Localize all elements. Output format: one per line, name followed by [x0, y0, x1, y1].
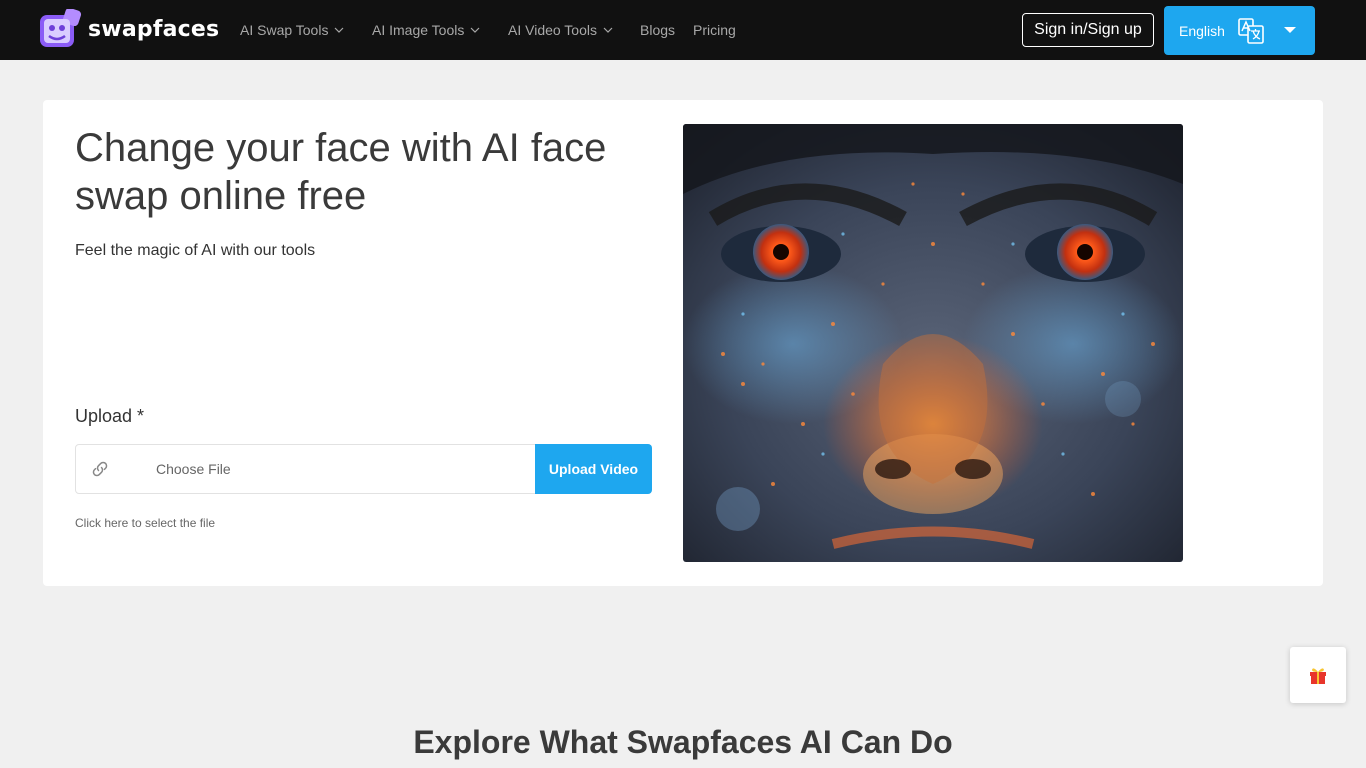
gift-button[interactable] [1290, 647, 1346, 703]
nav-label: Pricing [693, 22, 736, 38]
language-label: English [1179, 22, 1225, 39]
gift-icon [1310, 668, 1326, 684]
brand-name: swapfaces [88, 16, 220, 42]
sign-in-button[interactable]: Sign in/Sign up [1022, 13, 1154, 47]
nav-ai-video-tools[interactable]: AI Video Tools [508, 22, 640, 38]
hero-card: Change your face with AI face swap onlin… [43, 100, 1323, 586]
face-artwork [683, 124, 1183, 562]
main-nav: AI Swap Tools AI Image Tools AI Video To… [240, 0, 736, 60]
translate-icon [1238, 18, 1264, 44]
upload-video-button[interactable]: Upload Video [535, 444, 652, 494]
nav-label: AI Swap Tools [240, 22, 329, 38]
upload-label: Upload * [75, 406, 145, 426]
nav-label: AI Image Tools [372, 22, 465, 38]
nav-pricing[interactable]: Pricing [693, 22, 736, 38]
explore-heading: Explore What Swapfaces AI Can Do [413, 724, 953, 760]
nav-label: AI Video Tools [508, 22, 597, 38]
chevron-down-icon [335, 27, 344, 33]
hero-subtitle: Feel the magic of AI with our tools [75, 242, 316, 259]
link-icon [92, 461, 108, 477]
caret-down-icon [1284, 27, 1296, 33]
nav-blogs[interactable]: Blogs [640, 22, 693, 38]
nav-label: Blogs [640, 22, 676, 38]
top-navbar: swapfaces AI Swap Tools AI Image Tools A… [0, 0, 1366, 60]
nav-ai-image-tools[interactable]: AI Image Tools [372, 22, 508, 38]
upload-hint: Click here to select the file [75, 516, 216, 530]
chevron-down-icon [470, 27, 480, 33]
language-selector[interactable]: English [1164, 6, 1315, 55]
page-title: Change your face with AI face swap onlin… [75, 126, 607, 218]
logo[interactable]: swapfaces [40, 9, 219, 49]
logo-icon [40, 9, 82, 47]
chevron-down-icon [603, 27, 613, 33]
file-upload-field[interactable]: Choose File Upload Video [75, 444, 652, 494]
nav-ai-swap-tools[interactable]: AI Swap Tools [240, 22, 372, 38]
file-input-placeholder[interactable]: Choose File [156, 461, 231, 477]
hero-image [683, 124, 1183, 562]
